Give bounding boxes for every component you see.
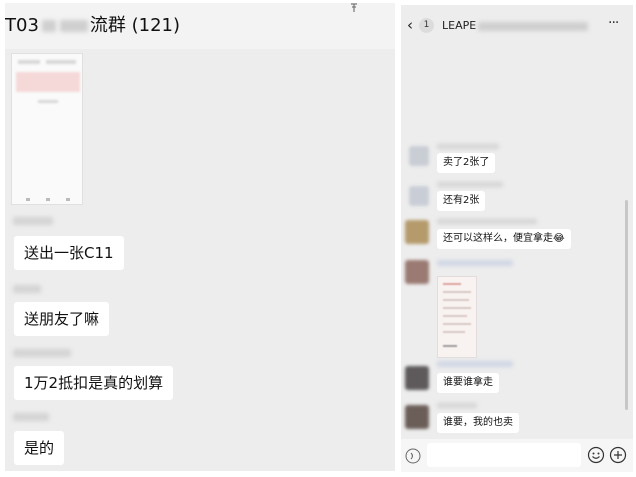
avatar[interactable] [409,186,429,206]
message-bubble: 是的 [14,431,65,465]
message-bubble: 谁要谁拿走 [437,373,499,393]
shared-image-thumbnail[interactable] [437,276,477,358]
avatar[interactable] [405,366,429,390]
message-bubble: 卖了2张了 [437,153,496,173]
sender-name [13,285,41,293]
message-bubble: 还有2张 [437,191,486,211]
sender-name [13,413,49,421]
left-chat-title: T03 流群 (121) [5,11,180,37]
blurred-title-part [59,20,88,32]
blurred-title-part [41,20,56,32]
avatar[interactable] [405,405,429,429]
more-options-icon[interactable]: ··· [608,15,619,31]
sender-name [13,349,71,357]
message-input-bar [401,439,633,472]
thumb-nav-dot [26,198,30,201]
sender-name [437,403,477,408]
thumb-line [443,291,471,293]
thumb-line [443,315,467,317]
thumb-line [443,345,457,347]
message-bubble: 1万2抵扣是真的划算 [14,366,174,400]
message-bubble: 还可以这样么，便宜拿走😂 [437,229,571,249]
message-bubble: 送朋友了嘛 [14,302,110,336]
thumb-nav-dot [46,198,50,201]
emoji-icon[interactable] [587,446,605,464]
add-attachment-icon[interactable] [609,446,627,464]
avatar[interactable] [405,260,429,284]
avatar[interactable] [409,146,429,166]
thumb-banner [16,72,80,92]
sender-name [437,182,503,187]
thumb-line [38,100,58,103]
right-chat-header: ‹ 1 LEAPE ··· [401,5,633,49]
message-bubble: 送出一张C11 [14,236,124,270]
right-chat-title: LEAPE [442,19,589,32]
thumb-line [443,307,471,309]
left-title-prefix: T03 [5,15,39,36]
scrollbar[interactable] [625,200,628,410]
thumb-line [46,60,76,64]
right-chat-window: ‹ 1 LEAPE ··· 卖了2张了 还有2张 还可以这样么，便宜拿走😂 谁要… [401,5,633,472]
unread-badge: 1 [419,18,434,33]
right-title-text: LEAPE [442,19,477,32]
thumb-line [443,299,469,301]
thumb-nav-dot [66,198,70,201]
thumb-line [443,283,461,285]
sender-name [437,361,513,367]
voice-input-icon[interactable] [405,448,421,464]
message-bubble: 谁要，我的也卖 [437,413,519,433]
left-chat-header: T03 流群 (121) [5,3,395,49]
sender-name [437,260,513,266]
left-chat-window: T03 流群 (121) 送出一张C11 送朋友了嘛 1万2抵扣是真的划算 是的 [5,3,395,471]
blurred-title-part [478,21,589,31]
thumb-line [443,331,465,333]
sender-name [437,144,499,149]
sender-name [13,217,53,225]
pin-icon[interactable] [349,3,359,16]
sender-name [437,219,537,224]
thumb-line [443,323,471,325]
left-title-suffix: 流群 (121) [89,15,181,36]
thumb-line [18,60,40,64]
avatar[interactable] [405,220,429,244]
message-input[interactable] [427,443,581,467]
back-arrow-icon[interactable]: ‹ [407,16,413,34]
shared-image-thumbnail[interactable] [11,53,83,205]
